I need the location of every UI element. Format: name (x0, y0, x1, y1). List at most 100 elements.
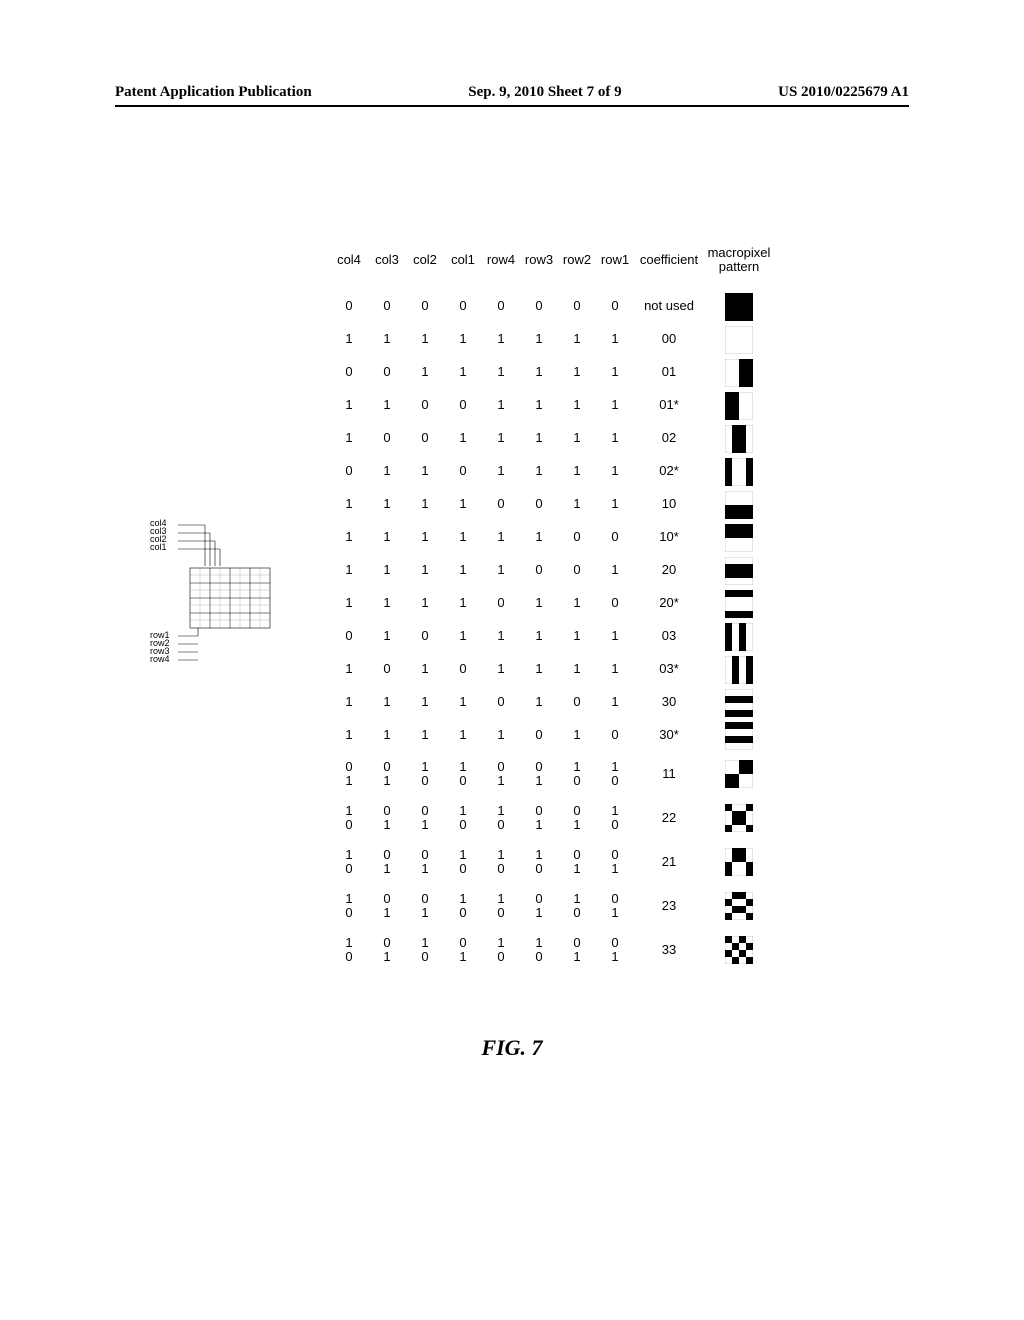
coef-cell: 11 (634, 767, 704, 781)
cell: 0 (406, 398, 444, 412)
macropixel-icon (725, 848, 753, 876)
cell: 10 (444, 892, 482, 921)
cell: 01 (368, 848, 406, 877)
macropixel-icon (725, 892, 753, 920)
pattern-cell (704, 392, 774, 420)
cell: 1 (406, 662, 444, 676)
col-header: row3 (520, 253, 558, 267)
table-row: 100101101001100123 (330, 884, 774, 928)
pattern-cell (704, 892, 774, 920)
macropixel-icon (725, 326, 753, 354)
cell: 10 (406, 760, 444, 789)
cell: 10 (520, 936, 558, 965)
table-row: 1010111103* (330, 653, 774, 686)
cell: 10 (406, 936, 444, 965)
cell: 1 (482, 563, 520, 577)
cell: 0 (444, 662, 482, 676)
cell: 1 (406, 365, 444, 379)
cell: 01 (558, 848, 596, 877)
cell: 01 (558, 804, 596, 833)
cell: 0 (444, 398, 482, 412)
cell: 1 (406, 728, 444, 742)
cell: 01 (330, 760, 368, 789)
pattern-cell (704, 293, 774, 321)
coefficient-table: col4 col3 col2 col1 row4 row3 row2 row1 … (330, 240, 774, 972)
col-row-diagram: col4 col3 col2 col1 (150, 518, 300, 668)
cell: 0 (368, 431, 406, 445)
cell: 0 (330, 629, 368, 643)
coef-cell: 30 (634, 695, 704, 709)
col-header: col3 (368, 253, 406, 267)
cell: 1 (368, 530, 406, 544)
cell: 1 (596, 695, 634, 709)
cell: 1 (558, 398, 596, 412)
diagram-col-label: col1 (150, 542, 167, 552)
cell: 0 (368, 299, 406, 313)
macropixel-icon (725, 293, 753, 321)
cell: 10 (482, 848, 520, 877)
cell: 1 (444, 332, 482, 346)
table-row: 1111101030* (330, 719, 774, 752)
cell: 1 (596, 563, 634, 577)
cell: 10 (482, 892, 520, 921)
cell: 10 (520, 848, 558, 877)
cell: 1 (482, 365, 520, 379)
pattern-cell (704, 722, 774, 750)
cell: 1 (406, 563, 444, 577)
cell: 0 (520, 728, 558, 742)
cell: 0 (330, 464, 368, 478)
cell: 01 (596, 848, 634, 877)
cell: 1 (558, 332, 596, 346)
coef-cell: 02* (634, 464, 704, 478)
cell: 01 (368, 760, 406, 789)
cell: 0 (330, 299, 368, 313)
cell: 1 (406, 695, 444, 709)
cell: 10 (330, 848, 368, 877)
cell: 1 (596, 365, 634, 379)
cell: 1 (558, 464, 596, 478)
col-header: row2 (558, 253, 596, 267)
cell: 0 (596, 530, 634, 544)
coef-cell: 02 (634, 431, 704, 445)
cell: 01 (368, 804, 406, 833)
cell: 10 (558, 892, 596, 921)
table-row: 1111011020* (330, 587, 774, 620)
cell: 0 (520, 563, 558, 577)
cell: 1 (444, 629, 482, 643)
macropixel-icon (725, 392, 753, 420)
coef-cell: not used (634, 299, 704, 313)
cell: 1 (482, 728, 520, 742)
coef-cell: 33 (634, 943, 704, 957)
cell: 1 (558, 365, 596, 379)
cell: 1 (520, 662, 558, 676)
cell: 1 (444, 431, 482, 445)
pattern-cell (704, 936, 774, 964)
pattern-cell (704, 524, 774, 552)
macropixel-icon (725, 689, 753, 717)
cell: 10 (444, 848, 482, 877)
coef-cell: 30* (634, 728, 704, 742)
cell: 1 (520, 530, 558, 544)
cell: 1 (444, 728, 482, 742)
cell: 0 (444, 464, 482, 478)
cell: 1 (482, 332, 520, 346)
cell: 1 (330, 497, 368, 511)
cell: 1 (558, 728, 596, 742)
pattern-cell (704, 590, 774, 618)
macropixel-icon (725, 458, 753, 486)
cell: 1 (482, 464, 520, 478)
macropixel-icon (725, 524, 753, 552)
cell: 0 (368, 365, 406, 379)
cell: 1 (558, 629, 596, 643)
table-row: 100101101010010121 (330, 840, 774, 884)
cell: 1 (330, 728, 368, 742)
coef-cell: 01 (634, 365, 704, 379)
cell: 0 (596, 728, 634, 742)
cell: 1 (558, 662, 596, 676)
cell: 10 (596, 760, 634, 789)
cell: 0 (368, 662, 406, 676)
cell: 1 (406, 332, 444, 346)
pattern-cell (704, 656, 774, 684)
cell: 1 (558, 596, 596, 610)
col-header: macropixel pattern (704, 246, 774, 275)
